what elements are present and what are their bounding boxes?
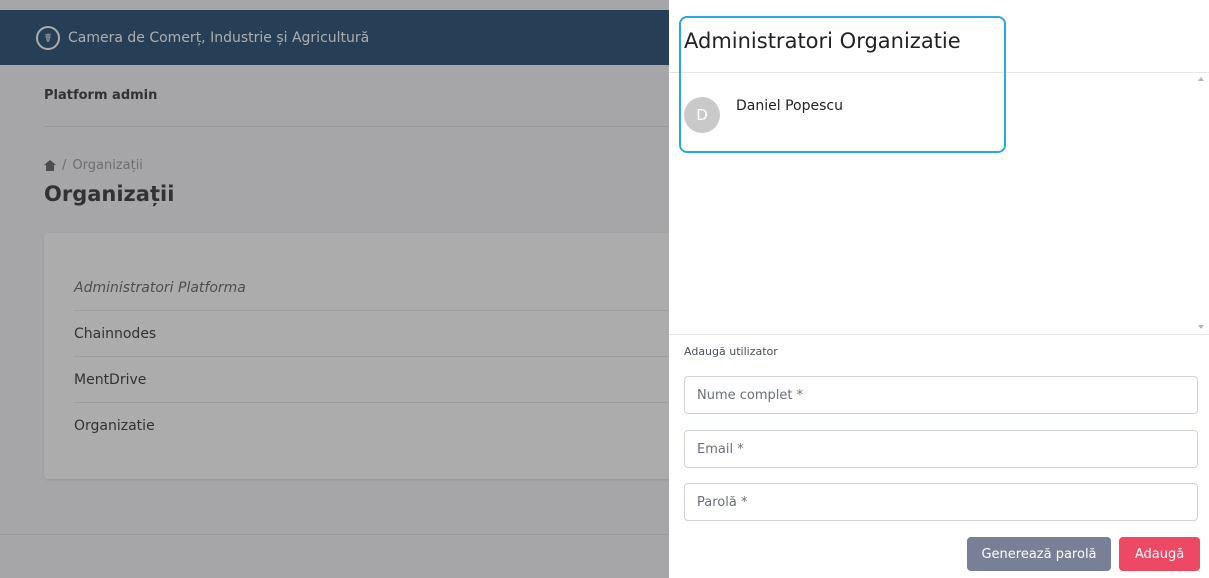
scrollbar[interactable] xyxy=(1198,73,1206,335)
divider xyxy=(0,534,669,535)
scroll-up-icon[interactable] xyxy=(1198,77,1204,81)
full-name-input[interactable] xyxy=(684,376,1198,414)
drawer-top-edge xyxy=(669,0,1209,10)
admins-drawer: Administratori Organizatie D Daniel Pope… xyxy=(669,0,1209,578)
add-user-button[interactable]: Adaugă xyxy=(1119,537,1200,571)
member-name: Daniel Popescu xyxy=(736,98,843,114)
member-item[interactable]: D Daniel Popescu xyxy=(684,97,843,133)
password-input[interactable] xyxy=(684,483,1198,521)
drawer-header: Administratori Organizatie xyxy=(669,10,1209,73)
add-user-label: Adaugă utilizator xyxy=(684,345,778,358)
generate-password-button[interactable]: Generează parolă xyxy=(967,537,1111,571)
modal-backdrop[interactable] xyxy=(0,0,669,578)
avatar: D xyxy=(684,97,720,133)
scroll-down-icon[interactable] xyxy=(1198,325,1204,329)
members-list[interactable]: D Daniel Popescu xyxy=(669,73,1209,335)
email-input[interactable] xyxy=(684,430,1198,468)
drawer-title: Administratori Organizatie xyxy=(684,29,961,53)
